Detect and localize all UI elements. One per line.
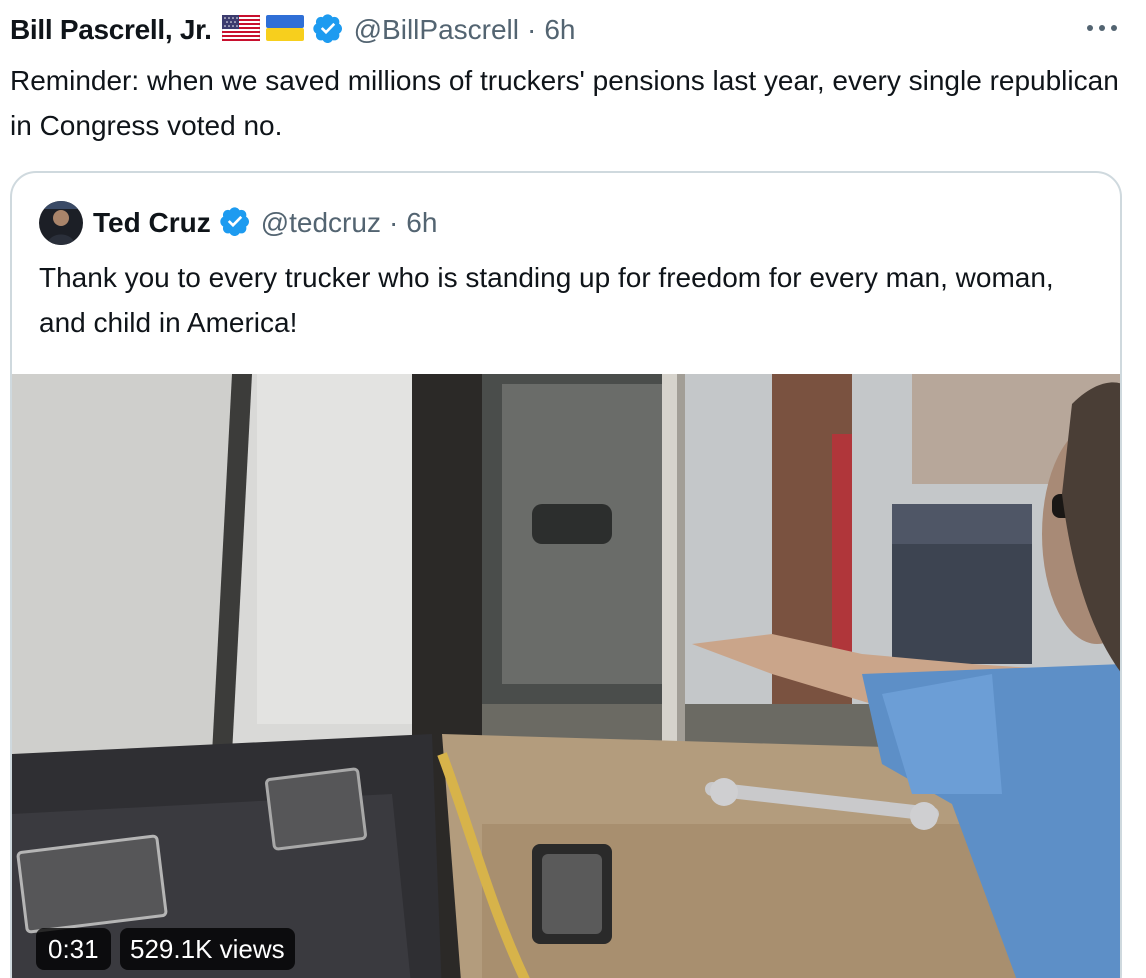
verified-badge-icon — [219, 205, 251, 242]
avatar[interactable] — [39, 201, 83, 245]
more-icon[interactable] — [1084, 18, 1120, 38]
ukraine-flag-icon — [265, 14, 304, 46]
quoted-author-name[interactable]: Ted Cruz — [93, 207, 211, 239]
us-flag-icon — [221, 14, 261, 46]
quoted-tweet-header: Ted Cruz @tedcruz · 6h — [39, 201, 437, 245]
author-handle[interactable]: @BillPascrell — [354, 14, 519, 46]
separator-dot: · — [526, 14, 537, 45]
video-frame — [12, 374, 1120, 978]
tweet-header: Bill Pascrell, Jr. @BillPascrell · 6h — [10, 10, 575, 50]
quoted-tweet[interactable]: Ted Cruz @tedcruz · 6h Thank you to ever… — [10, 171, 1122, 978]
video-views: 529.1K views — [120, 928, 295, 970]
tweet[interactable]: Bill Pascrell, Jr. @BillPascrell · 6h Re… — [0, 0, 1146, 978]
verified-badge-icon — [312, 12, 344, 49]
quoted-author-handle[interactable]: @tedcruz — [261, 207, 381, 239]
quoted-tweet-text: Thank you to every trucker who is standi… — [39, 262, 1054, 338]
tweet-text: Reminder: when we saved millions of truc… — [10, 65, 1119, 141]
quoted-tweet-time[interactable]: 6h — [406, 207, 437, 239]
video-player[interactable] — [12, 374, 1120, 978]
author-name[interactable]: Bill Pascrell, Jr. — [10, 14, 212, 46]
video-duration: 0:31 — [36, 928, 111, 970]
tweet-time[interactable]: 6h — [544, 14, 575, 46]
separator-dot: · — [388, 207, 399, 238]
